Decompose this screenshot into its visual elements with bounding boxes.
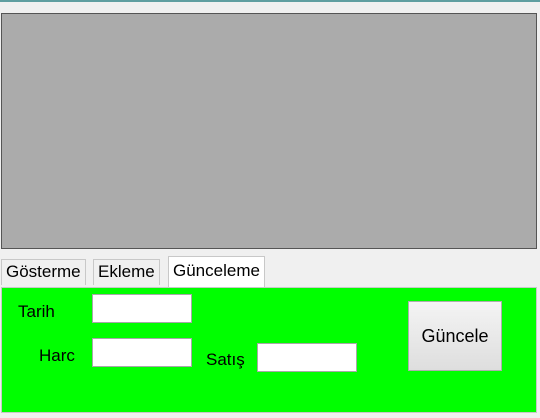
window-top-border: [0, 0, 540, 2]
update-button[interactable]: Güncele: [408, 301, 502, 371]
data-grid[interactable]: [1, 13, 537, 249]
satis-label: Satış: [206, 350, 245, 369]
satis-input[interactable]: [257, 343, 357, 372]
update-panel: Tarih Harc Satış Güncele: [1, 287, 537, 413]
tab-strip: Gösterme Ekleme Günceleme: [0, 256, 540, 287]
harc-input[interactable]: [92, 338, 192, 367]
tab-guncelleme[interactable]: Günceleme: [168, 256, 265, 287]
tab-gosterme[interactable]: Gösterme: [1, 259, 86, 285]
tarih-input[interactable]: [92, 294, 192, 323]
tarih-label: Tarih: [18, 302, 55, 321]
harc-label: Harc: [39, 346, 75, 365]
tab-ekleme[interactable]: Ekleme: [93, 259, 160, 285]
